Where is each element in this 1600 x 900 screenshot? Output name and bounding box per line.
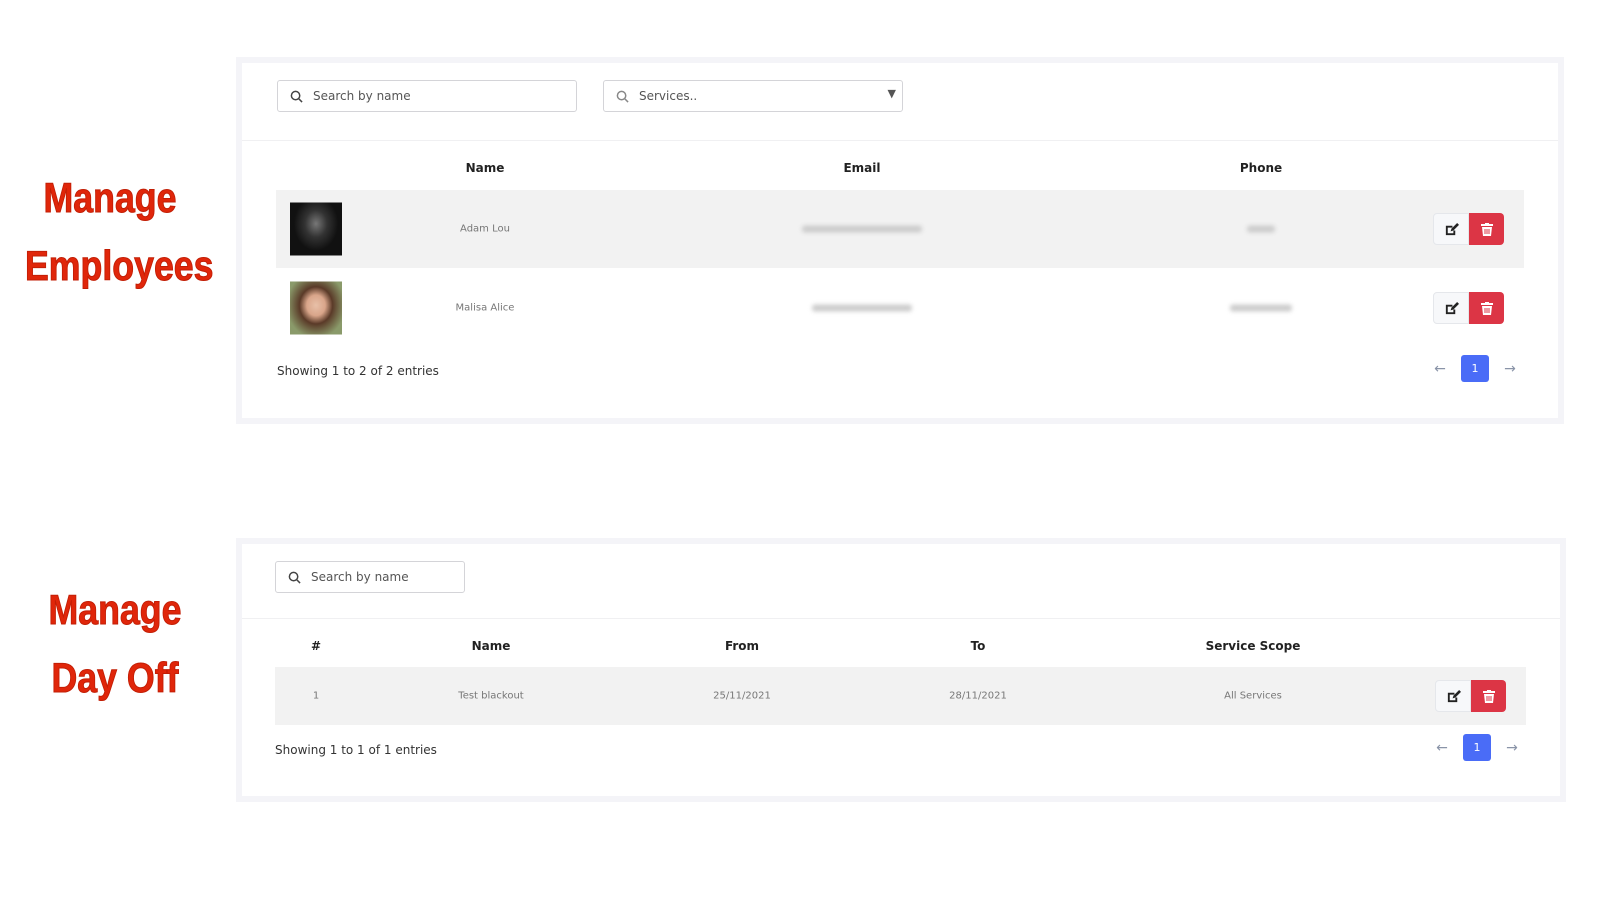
divider <box>242 618 1560 619</box>
edit-button[interactable] <box>1433 213 1469 245</box>
search-icon <box>288 571 301 584</box>
employee-search-input[interactable]: Search by name <box>277 80 577 112</box>
avatar <box>290 281 342 335</box>
employee-name: Adam Lou <box>460 223 510 235</box>
employee-email-blurred <box>812 304 912 312</box>
label-line: Employees <box>25 242 214 290</box>
employees-panel: Search by name Services.. ▼ Name Email P… <box>236 57 1564 424</box>
search-icon <box>616 90 629 103</box>
dayoff-panel: Search by name # Name From To Service Sc… <box>236 538 1566 802</box>
delete-button[interactable] <box>1471 680 1506 712</box>
column-header-name: Name <box>465 161 505 175</box>
section-label-dayoff: Manage Day Off <box>26 576 205 712</box>
table-row: 1 Test blackout 25/11/2021 28/11/2021 Al… <box>275 667 1526 725</box>
next-page-icon[interactable]: → <box>1501 740 1523 756</box>
services-placeholder: Services.. <box>639 89 698 103</box>
employee-phone-blurred <box>1230 304 1292 312</box>
label-line: Day Off <box>51 654 179 702</box>
page-button-1[interactable]: 1 <box>1461 355 1489 382</box>
entries-info: Showing 1 to 2 of 2 entries <box>277 364 439 378</box>
divider <box>242 140 1558 141</box>
employee-email-blurred <box>802 225 922 233</box>
column-header-from: From <box>724 639 760 653</box>
dayoff-from: 25/11/2021 <box>713 690 771 702</box>
section-label-employees: Manage Employees <box>25 164 214 300</box>
trash-icon <box>1480 222 1493 236</box>
edit-button[interactable] <box>1433 292 1469 324</box>
label-line: Manage <box>43 174 177 222</box>
column-header-to: To <box>970 639 986 653</box>
next-page-icon[interactable]: → <box>1499 361 1521 377</box>
employee-name: Malisa Alice <box>455 302 515 314</box>
prev-page-icon[interactable]: ← <box>1431 740 1453 756</box>
edit-icon <box>1445 301 1459 314</box>
dayoff-name: Test blackout <box>458 690 524 702</box>
column-header-service-scope: Service Scope <box>1205 639 1301 653</box>
services-select[interactable]: Services.. ▼ <box>603 80 903 112</box>
column-header-name: Name <box>471 639 511 653</box>
trash-icon <box>1480 301 1493 315</box>
dayoff-service-scope: All Services <box>1224 690 1282 702</box>
page-button-1[interactable]: 1 <box>1463 734 1491 761</box>
row-number: 1 <box>312 690 320 702</box>
entries-info: Showing 1 to 1 of 1 entries <box>275 743 437 757</box>
table-row: Adam Lou <box>276 190 1524 268</box>
edit-icon <box>1447 689 1461 702</box>
dayoff-to: 28/11/2021 <box>949 690 1007 702</box>
dayoff-search-input[interactable]: Search by name <box>275 561 465 593</box>
dropdown-arrow-icon: ▼ <box>887 87 896 100</box>
edit-button[interactable] <box>1435 680 1471 712</box>
delete-button[interactable] <box>1469 292 1504 324</box>
table-row: Malisa Alice <box>276 268 1524 348</box>
pagination: ← 1 → <box>1431 734 1523 761</box>
search-placeholder: Search by name <box>311 570 409 584</box>
prev-page-icon[interactable]: ← <box>1429 361 1451 377</box>
employee-phone-blurred <box>1247 225 1275 233</box>
pagination: ← 1 → <box>1429 355 1521 382</box>
search-placeholder: Search by name <box>313 89 411 103</box>
search-icon <box>290 90 303 103</box>
column-header-email: Email <box>843 161 881 175</box>
edit-icon <box>1445 222 1459 235</box>
column-header-number: # <box>310 639 322 653</box>
label-line: Manage <box>48 586 182 634</box>
avatar <box>290 202 342 256</box>
column-header-phone: Phone <box>1239 161 1283 175</box>
delete-button[interactable] <box>1469 213 1504 245</box>
trash-icon <box>1482 689 1495 703</box>
